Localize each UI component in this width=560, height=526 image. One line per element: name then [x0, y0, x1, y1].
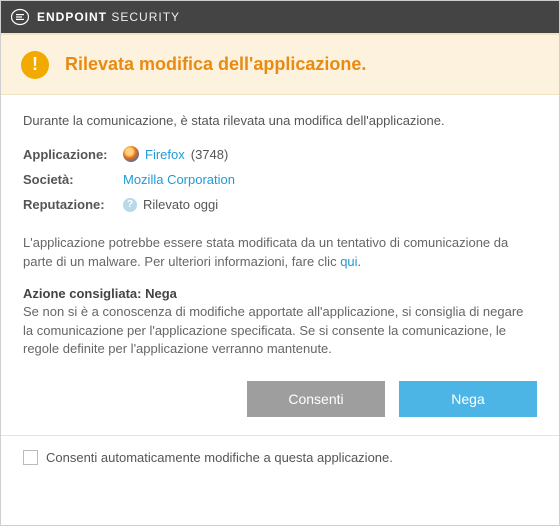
- notice-after: .: [358, 254, 362, 269]
- warning-icon: !: [21, 51, 49, 79]
- button-row: Consenti Nega: [23, 381, 537, 435]
- row-company: Società: Mozilla Corporation: [23, 172, 537, 187]
- label-company: Società:: [23, 172, 123, 187]
- product-name: ENDPOINT SECURITY: [37, 10, 180, 24]
- more-info-link[interactable]: qui: [340, 254, 357, 269]
- recommend-title: Azione consigliata: Nega: [23, 286, 537, 301]
- auto-allow-checkbox[interactable]: [23, 450, 38, 465]
- application-link[interactable]: Firefox: [145, 147, 185, 162]
- application-pid: (3748): [191, 147, 229, 162]
- dialog-window: ENDPOINT SECURITY ! Rilevata modifica de…: [0, 0, 560, 526]
- company-link[interactable]: Mozilla Corporation: [123, 172, 235, 187]
- notice-text: L'applicazione potrebbe essere stata mod…: [23, 234, 537, 272]
- deny-button[interactable]: Nega: [399, 381, 537, 417]
- footer: Consenti automaticamente modifiche a que…: [1, 436, 559, 479]
- dialog-body: Durante la comunicazione, è stata rileva…: [1, 95, 559, 435]
- eset-logo-icon: [11, 8, 29, 26]
- notice-before: L'applicazione potrebbe essere stata mod…: [23, 235, 508, 269]
- reputation-value: Rilevato oggi: [143, 197, 218, 212]
- info-icon: ?: [123, 198, 137, 212]
- intro-text: Durante la comunicazione, è stata rileva…: [23, 113, 537, 128]
- recommend-text: Se non si è a conoscenza di modifiche ap…: [23, 303, 537, 360]
- label-application: Applicazione:: [23, 147, 123, 162]
- alert-banner: ! Rilevata modifica dell'applicazione.: [1, 33, 559, 95]
- firefox-icon: [123, 146, 139, 162]
- allow-button[interactable]: Consenti: [247, 381, 385, 417]
- auto-allow-label[interactable]: Consenti automaticamente modifiche a que…: [46, 450, 393, 465]
- product-name-bold: ENDPOINT: [37, 10, 107, 24]
- titlebar: ENDPOINT SECURITY: [1, 1, 559, 33]
- label-reputation: Reputazione:: [23, 197, 123, 212]
- application-name: Firefox: [145, 147, 185, 162]
- alert-headline: Rilevata modifica dell'applicazione.: [65, 54, 366, 75]
- row-reputation: Reputazione: ? Rilevato oggi: [23, 197, 537, 212]
- row-application: Applicazione: Firefox (3748): [23, 146, 537, 162]
- recommendation: Azione consigliata: Nega Se non si è a c…: [23, 286, 537, 360]
- product-name-rest: SECURITY: [111, 10, 180, 24]
